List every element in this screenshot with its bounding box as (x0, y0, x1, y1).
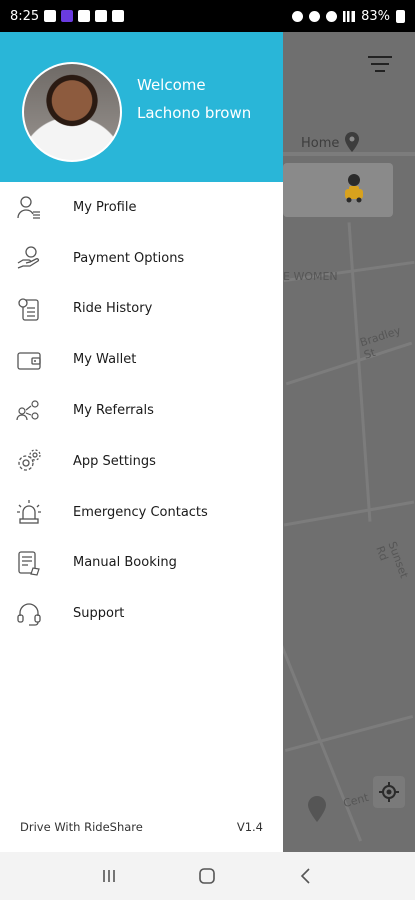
settings-icon (18, 449, 41, 472)
drive-with-rideshare-link[interactable]: Drive With RideShare (20, 820, 143, 834)
place-pin-icon (308, 796, 326, 822)
menu-item-app-settings[interactable]: App Settings (0, 436, 283, 487)
booking-icon (18, 551, 40, 576)
wallet-icon (17, 352, 41, 370)
map-label: Cent (341, 790, 370, 811)
menu-item-support[interactable]: Support (0, 588, 283, 639)
notification-icon (44, 10, 57, 22)
history-icon (18, 298, 39, 321)
menu-item-manual-booking[interactable]: Manual Booking (0, 538, 283, 589)
menu-label: Support (73, 606, 125, 622)
referrals-icon (16, 399, 39, 420)
menu-label: My Referrals (73, 403, 154, 419)
taxi-driver-icon (345, 174, 363, 203)
filter-icon[interactable] (367, 56, 393, 76)
notification-icon (95, 10, 108, 22)
map-label: E WOMEN (283, 270, 338, 283)
notification-icon (61, 10, 74, 22)
menu-label: My Profile (73, 199, 137, 215)
menu-label: Payment Options (73, 250, 185, 266)
location-icon (309, 10, 321, 22)
menu-label: Emergency Contacts (73, 504, 208, 520)
map-label: Bradley St (358, 323, 403, 362)
system-nav-bar (0, 852, 415, 900)
support-icon (17, 603, 41, 626)
signal-icon (343, 10, 356, 22)
app-version: V1.4 (236, 820, 263, 834)
username: Lachono brown (137, 104, 252, 122)
wifi-icon (326, 10, 338, 22)
avatar[interactable] (22, 62, 122, 162)
menu-item-my-referrals[interactable]: My Referrals (0, 385, 283, 436)
alarm-icon (292, 10, 304, 22)
profile-icon (17, 196, 40, 220)
home-icon[interactable] (198, 867, 216, 885)
status-time: 8:25 (10, 8, 40, 24)
menu-label: My Wallet (73, 352, 137, 368)
image-icon (112, 10, 125, 22)
menu-label: App Settings (73, 453, 156, 469)
navigation-drawer: Welcome Lachono brown My Profile Payment… (0, 32, 283, 852)
drawer-footer: Drive With RideShare V1.4 (0, 820, 283, 834)
home-label: Home (301, 136, 340, 151)
payment-icon (17, 246, 40, 269)
crosshair-icon (379, 782, 399, 802)
menu-item-my-wallet[interactable]: My Wallet (0, 334, 283, 385)
emergency-icon (17, 500, 41, 524)
menu-item-emergency-contacts[interactable]: Emergency Contacts (0, 487, 283, 538)
ride-card[interactable] (283, 163, 393, 217)
menu-item-ride-history[interactable]: Ride History (0, 284, 283, 335)
home-pin-icon (345, 132, 359, 152)
notification-icon (78, 10, 91, 22)
map-view[interactable]: Home E WOMEN Bradley St Sunset Rd Cent (283, 32, 415, 852)
battery-percent: 83% (361, 8, 390, 24)
status-bar: 8:25 83% (0, 0, 415, 32)
menu-item-payment-options[interactable]: Payment Options (0, 233, 283, 284)
recent-apps-icon[interactable] (100, 867, 118, 885)
map-label: Sunset Rd (373, 539, 411, 580)
menu-label: Ride History (73, 301, 153, 317)
welcome-text: Welcome (137, 76, 206, 94)
drawer-header: Welcome Lachono brown (0, 32, 283, 182)
battery-icon (396, 9, 405, 23)
drawer-menu: My Profile Payment Options Ride History (0, 182, 283, 639)
locate-me-button[interactable] (373, 776, 405, 808)
menu-item-my-profile[interactable]: My Profile (0, 182, 283, 233)
menu-label: Manual Booking (73, 555, 177, 571)
back-icon[interactable] (297, 867, 315, 885)
